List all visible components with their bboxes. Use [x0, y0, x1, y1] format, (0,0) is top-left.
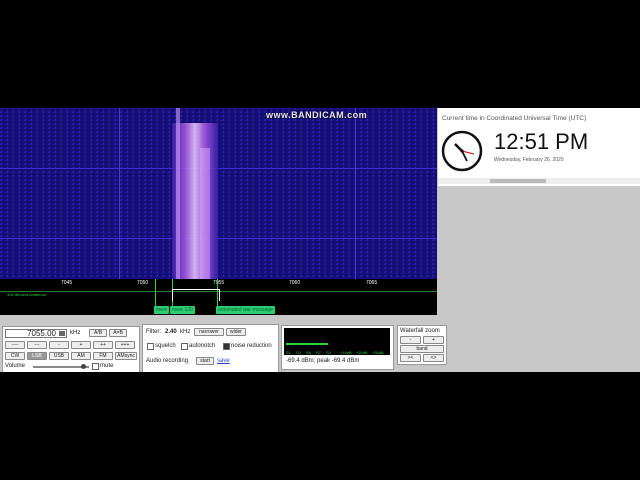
- frequency-value: 7055.00: [27, 329, 56, 338]
- zoom-out-button[interactable]: -: [400, 336, 421, 344]
- step-up-medium-button[interactable]: ++: [93, 341, 113, 349]
- websdr-app: www.BANDICAM.com 7045 7050 7055 7060 706…: [0, 108, 640, 372]
- tick-label: 7050: [137, 280, 149, 286]
- a-equals-b-button[interactable]: A=B: [109, 329, 127, 337]
- smeter-scale-label: +20dB: [356, 350, 368, 355]
- dx-label[interactable]: 4ns Illinoind Amateurs: [7, 292, 46, 297]
- autonotch-label: autonotch: [189, 343, 216, 349]
- clock-date: Wednesday, February 26, 2020: [494, 157, 564, 163]
- war-message-marker[interactable]: automated war message: [216, 306, 275, 314]
- clock-scrollbar[interactable]: [438, 178, 640, 184]
- record-save-link[interactable]: save: [217, 358, 230, 364]
- clock-icon: [441, 130, 483, 172]
- utc-clock-panel: Current time in Coordinated Universal Ti…: [438, 108, 640, 186]
- volume-slider[interactable]: [33, 364, 89, 369]
- mute-label: mute: [100, 363, 114, 369]
- tick-label: 7065: [366, 280, 378, 286]
- tick-label: 7045: [61, 280, 73, 286]
- mode-am-button[interactable]: AM: [71, 352, 91, 360]
- noise-reduction-checkbox[interactable]: [223, 343, 230, 350]
- smeter-scale-label: S1: [286, 350, 291, 355]
- mode-cw-button[interactable]: CW: [5, 352, 25, 360]
- clock-title: Current time in Coordinated Universal Ti…: [442, 115, 587, 122]
- autonotch-checkbox[interactable]: [181, 343, 188, 350]
- waterfall-zoom-panel: Waterfall zoom - + band >< <>: [397, 325, 447, 365]
- zoom-title: Waterfall zoom: [400, 328, 440, 334]
- audio-recording-label: Audio recording: [146, 358, 189, 364]
- waterfall-display[interactable]: [0, 108, 437, 279]
- squelch-checkbox[interactable]: [147, 343, 154, 350]
- step-down-large-button[interactable]: ----: [5, 341, 25, 349]
- smeter-scale-label: S3: [296, 350, 301, 355]
- wider-button[interactable]: wider: [226, 328, 246, 336]
- mode-fm-button[interactable]: FM: [93, 352, 113, 360]
- smeter-display: S1 S3 S5 S7 S9 +10dB +20dB +30dB: [284, 328, 390, 355]
- memory-marker[interactable]: mem: [154, 306, 170, 314]
- zoom-band-button[interactable]: band: [400, 345, 444, 353]
- list-icon[interactable]: [59, 331, 65, 336]
- ab-button[interactable]: A/B: [89, 329, 107, 337]
- frequency-unit: kHz: [70, 330, 81, 336]
- watermark: www.BANDICAM.com: [266, 110, 368, 120]
- frequency-input[interactable]: 7055.00: [5, 329, 67, 338]
- zoom-widen-button[interactable]: <>: [423, 354, 444, 362]
- frequency-scale[interactable]: 7045 7050 7055 7060 7065 4ns Illinoind A…: [0, 279, 437, 315]
- record-start-button[interactable]: start: [196, 357, 214, 365]
- marker-line: [155, 279, 156, 309]
- step-down-medium-button[interactable]: ---: [27, 341, 47, 349]
- smeter-scale-label: S7: [316, 350, 321, 355]
- tuning-panel: 7055.00 kHz A/B A=B ---- --- - + ++ +++ …: [2, 326, 140, 372]
- smeter-scale-label: S5: [306, 350, 311, 355]
- narrower-button[interactable]: narrower: [194, 328, 224, 336]
- smeter-scale: S1 S3 S5 S7 S9 +10dB +20dB +30dB: [286, 350, 388, 355]
- scrollbar-thumb[interactable]: [490, 179, 546, 183]
- smeter-scale-label: +30dB: [372, 350, 384, 355]
- tick-label: 7055: [213, 280, 225, 286]
- filter-bandwidth: 2.40: [165, 329, 177, 335]
- signal-level-bar: [286, 343, 328, 345]
- mode-lsb-button[interactable]: LSB: [27, 352, 47, 360]
- smeter-scale-label: +10dB: [340, 350, 352, 355]
- memory-marker[interactable]: mem 120: [170, 306, 195, 314]
- step-down-small-button[interactable]: -: [49, 341, 69, 349]
- smeter-panel: S1 S3 S5 S7 S9 +10dB +20dB +30dB -69.4 d…: [281, 325, 394, 370]
- mode-amsync-button[interactable]: AMsync: [115, 352, 137, 360]
- step-up-large-button[interactable]: +++: [115, 341, 135, 349]
- signal-reading: -69.4 dBm; peak -69.4 dBm: [286, 358, 360, 364]
- volume-slider-knob[interactable]: [81, 364, 87, 369]
- zoom-in-button[interactable]: +: [423, 336, 444, 344]
- zoom-narrow-button[interactable]: ><: [400, 354, 421, 362]
- tick-label: 7060: [289, 280, 301, 286]
- noise-reduction-label: noise reduction: [231, 343, 272, 349]
- mute-checkbox[interactable]: [92, 363, 99, 370]
- filter-panel: Filter: 2.40 kHz narrower wider squelch …: [142, 324, 279, 372]
- filter-label: Filter:: [146, 329, 161, 335]
- filter-unit: kHz: [180, 329, 191, 335]
- clock-time: 12:51 PM: [494, 129, 589, 154]
- step-up-small-button[interactable]: +: [71, 341, 91, 349]
- smeter-scale-label: S9: [326, 350, 331, 355]
- volume-label: Volume: [5, 363, 26, 369]
- mode-usb-button[interactable]: USB: [49, 352, 69, 360]
- passband-indicator[interactable]: [172, 289, 220, 301]
- squelch-label: squelch: [155, 343, 176, 349]
